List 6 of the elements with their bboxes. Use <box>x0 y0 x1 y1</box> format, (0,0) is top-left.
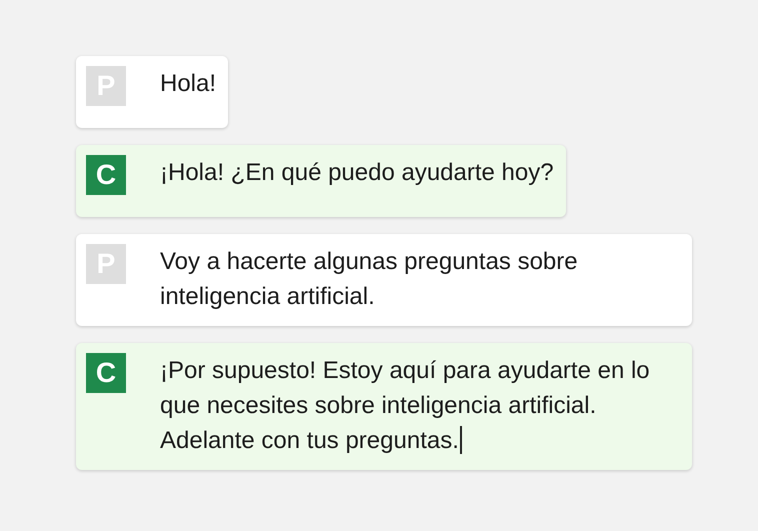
message-text: ¡Por supuesto! Estoy aquí para ayudarte en lo que necesites sobre inteligencia artificial. Adelante con tus preguntas. <box>160 356 651 456</box>
message-text: ¡Hola! ¿En qué puedo ayudarte hoy? <box>160 158 554 188</box>
message-text: Voy a hacerte algunas preguntas sobre inteligencia artificial. <box>160 247 579 312</box>
message-text: Hola! <box>160 69 216 99</box>
avatar-icon: C <box>86 353 126 393</box>
avatar-icon: C <box>86 155 126 195</box>
